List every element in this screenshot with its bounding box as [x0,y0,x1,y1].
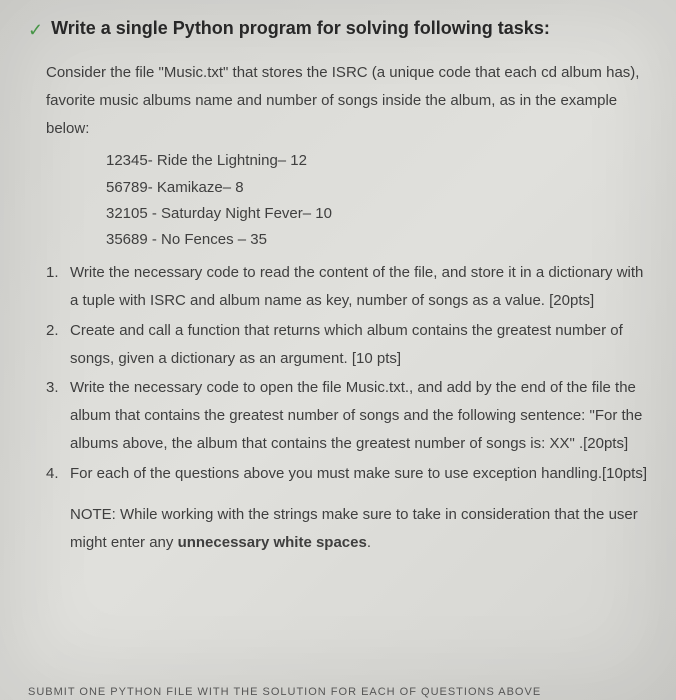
example-line: 12345- Ride the Lightning– 12 [106,148,648,174]
note-suffix: . [367,534,371,551]
item-number: 1. [46,259,70,315]
check-icon: ✓ [28,20,43,41]
intro-text: Consider the file "Music.txt" that store… [46,59,648,142]
example-line: 32105 - Saturday Night Fever– 10 [106,201,648,227]
list-item: 2. Create and call a function that retur… [46,317,648,373]
list-item: 1. Write the necessary code to read the … [46,259,648,315]
item-number: 3. [46,374,70,457]
item-text: Write the necessary code to open the fil… [70,374,648,457]
item-text: Create and call a function that returns … [70,317,648,373]
list-item: 4. For each of the questions above you m… [46,460,648,488]
item-text: Write the necessary code to read the con… [70,259,648,315]
example-line: 35689 - No Fences – 35 [106,227,648,253]
item-number: 2. [46,317,70,373]
item-number: 4. [46,460,70,488]
note-bold: unnecessary white spaces [178,534,367,551]
example-block: 12345- Ride the Lightning– 12 56789- Kam… [106,148,648,253]
questions-list: 1. Write the necessary code to read the … [46,259,648,487]
example-line: 56789- Kamikaze– 8 [106,175,648,201]
list-item: 3. Write the necessary code to open the … [46,374,648,457]
page-title: Write a single Python program for solvin… [51,18,550,39]
note-text: NOTE: While working with the strings mak… [70,501,648,557]
title-row: ✓ Write a single Python program for solv… [28,18,648,41]
footer-text: SUBMIT ONE PYTHON FILE WITH THE SOLUTION… [28,686,541,698]
item-text: For each of the questions above you must… [70,460,648,488]
